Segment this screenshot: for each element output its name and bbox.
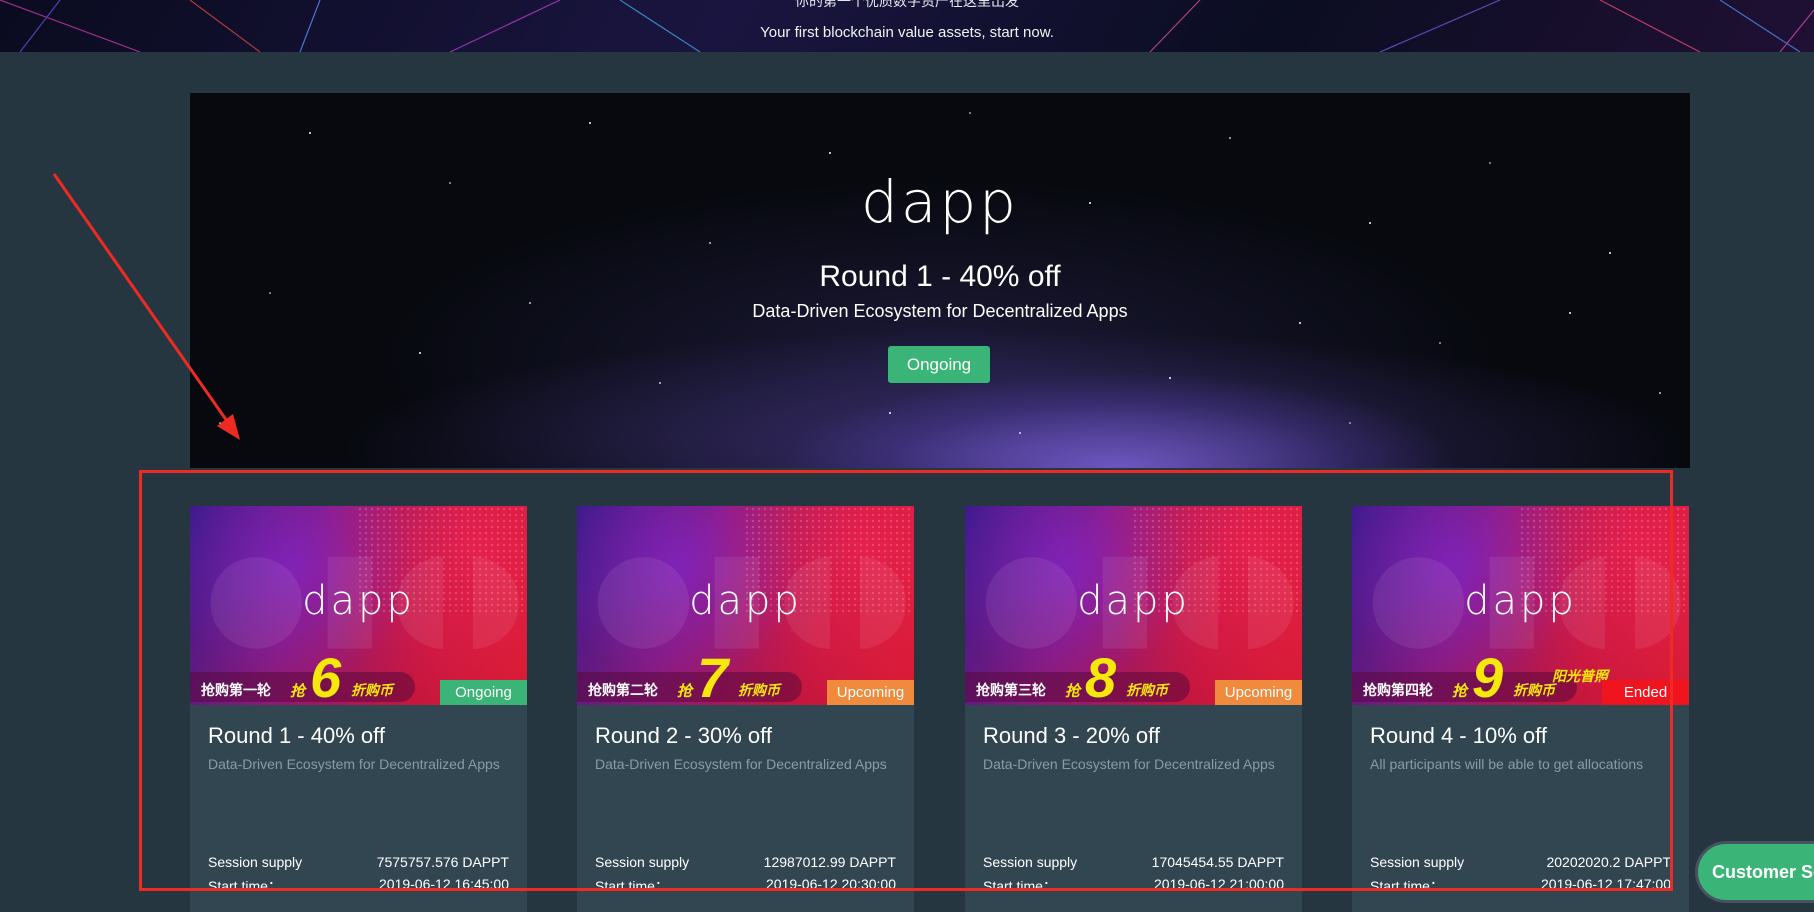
card-image: ●▮◖◗ dapp 抢购第一轮 抢 6 折购币 Ongoing: [190, 506, 527, 705]
promo-round-label: 抢购第二轮: [588, 682, 658, 698]
promo-suffix-label: 折购币: [1126, 682, 1168, 698]
session-supply-value: 17045454.55 DAPPT: [1151, 854, 1284, 870]
status-badge: Upcoming: [1215, 680, 1302, 705]
card-description: Data-Driven Ecosystem for Decentralized …: [208, 756, 500, 772]
start-time-label: Start time：: [595, 878, 669, 894]
round-card-4[interactable]: ●▮◖◗ dapp 抢购第四轮 抢 9 折购币 阳光普照 Ended Round…: [1352, 506, 1689, 912]
banner-status-button[interactable]: Ongoing: [888, 346, 990, 383]
banner-dapp-logo: dapp: [861, 168, 1019, 236]
banner-title: Round 1 - 40% off: [819, 260, 1061, 293]
promo-suffix-label: 折购币: [738, 682, 780, 698]
promo-round-label: 抢购第一轮: [201, 682, 271, 698]
hero-tagline-en: Your first blockchain value assets, star…: [760, 24, 1054, 41]
start-time-value: 2019-06-12 21:00:00: [1154, 876, 1284, 892]
session-supply-value: 7575757.576 DAPPT: [376, 854, 509, 870]
start-time-label: Start time：: [1370, 878, 1444, 894]
promo-discount-number: 6: [310, 646, 342, 706]
card-description: Data-Driven Ecosystem for Decentralized …: [595, 756, 887, 772]
round-card-2[interactable]: ●▮◖◗ dapp 抢购第二轮 抢 7 折购币 Upcoming Round 2…: [577, 506, 914, 912]
card-title[interactable]: Round 3 - 20% off: [983, 723, 1160, 749]
status-badge: Ongoing: [440, 680, 527, 705]
promo-grab-label: 抢: [1452, 683, 1468, 700]
main-banner[interactable]: dapp Round 1 - 40% off Data-Driven Ecosy…: [190, 93, 1690, 468]
session-supply-label: Session supply: [595, 854, 690, 870]
start-time-label: Start time：: [983, 878, 1057, 894]
status-badge: Upcoming: [827, 680, 914, 705]
banner-subtitle: Data-Driven Ecosystem for Decentralized …: [752, 301, 1128, 321]
promo-grab-label: 抢: [677, 683, 693, 700]
card-title[interactable]: Round 4 - 10% off: [1370, 723, 1547, 749]
promo-suffix-label: 折购币: [1513, 682, 1555, 698]
start-time-value: 2019-06-12 17:47:00: [1541, 876, 1671, 892]
status-badge: Ended: [1602, 680, 1689, 705]
session-supply-value: 20202020.2 DAPPT: [1546, 854, 1671, 870]
session-supply-value: 12987012.99 DAPPT: [763, 854, 896, 870]
card-dapp-logo: dapp: [302, 578, 415, 624]
start-time-value: 2019-06-12 20:30:00: [766, 876, 896, 892]
promo-extra-label: 阳光普照: [1552, 668, 1608, 684]
card-dapp-logo: dapp: [689, 578, 802, 624]
card-description: Data-Driven Ecosystem for Decentralized …: [983, 756, 1275, 772]
promo-grab-label: 抢: [1065, 683, 1081, 700]
promo-grab-label: 抢: [290, 683, 306, 700]
card-description: All participants will be able to get all…: [1370, 756, 1644, 772]
start-time-label: Start time：: [208, 878, 282, 894]
card-title[interactable]: Round 1 - 40% off: [208, 723, 385, 749]
promo-discount-number: 9: [1472, 646, 1504, 706]
card-image: ●▮◖◗ dapp 抢购第三轮 抢 8 折购币 Upcoming: [965, 506, 1302, 705]
promo-suffix-label: 折购币: [351, 682, 393, 698]
top-hero: 你的第一个优质数字资产在这里出发 Your first blockchain v…: [0, 0, 1814, 52]
promo-round-label: 抢购第四轮: [1363, 682, 1433, 698]
hero-tagline-cn: 你的第一个优质数字资产在这里出发: [795, 0, 1019, 9]
round-card-3[interactable]: ●▮◖◗ dapp 抢购第三轮 抢 8 折购币 Upcoming Round 3…: [965, 506, 1302, 912]
round-card-1[interactable]: ●▮◖◗ dapp 抢购第一轮 抢 6 折购币 Ongoing Round 1 …: [190, 506, 527, 912]
card-dapp-logo: dapp: [1077, 578, 1190, 624]
promo-discount-number: 8: [1085, 646, 1117, 706]
promo-discount-number: 7: [697, 646, 729, 706]
card-title[interactable]: Round 2 - 30% off: [595, 723, 772, 749]
promo-round-label: 抢购第三轮: [976, 682, 1046, 698]
customer-service-button[interactable]: Customer Service: [1698, 844, 1814, 900]
session-supply-label: Session supply: [208, 854, 303, 870]
card-image: ●▮◖◗ dapp 抢购第二轮 抢 7 折购币 Upcoming: [577, 506, 914, 705]
session-supply-label: Session supply: [1370, 854, 1465, 870]
card-image: ●▮◖◗ dapp 抢购第四轮 抢 9 折购币 阳光普照 Ended: [1352, 506, 1689, 705]
start-time-value: 2019-06-12 16:45:00: [379, 876, 509, 892]
session-supply-label: Session supply: [983, 854, 1078, 870]
card-dapp-logo: dapp: [1464, 578, 1577, 624]
